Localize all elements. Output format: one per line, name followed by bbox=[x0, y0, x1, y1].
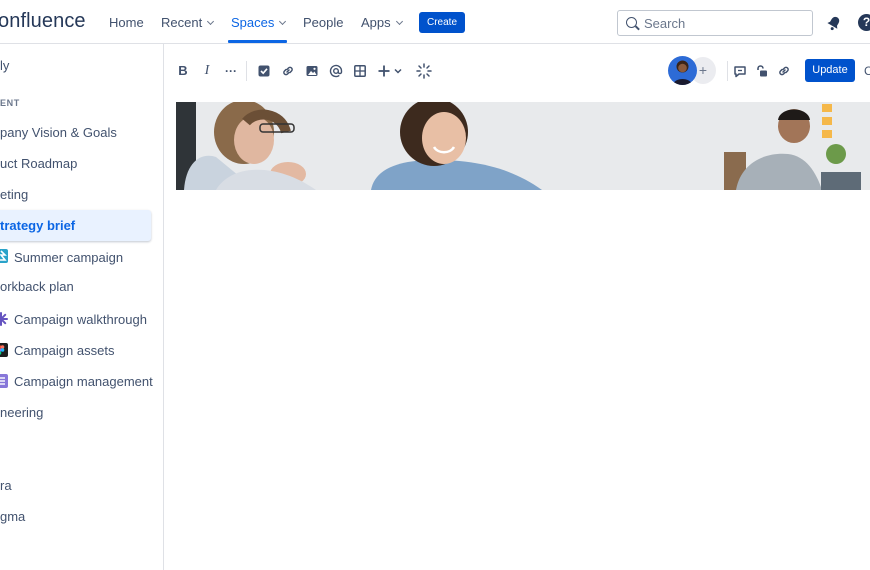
nav-home[interactable]: Home bbox=[109, 15, 144, 30]
italic-button[interactable]: I bbox=[200, 64, 214, 78]
space-sidebar: ly ENT pany Vision & Goals uct Roadmap e… bbox=[0, 44, 164, 570]
search-box[interactable] bbox=[617, 10, 813, 36]
more-formatting-button[interactable]: ··· bbox=[224, 64, 238, 78]
comment-icon[interactable] bbox=[733, 64, 747, 78]
sidebar-item-engineering[interactable]: neering bbox=[0, 405, 43, 420]
page-header-image[interactable] bbox=[176, 102, 870, 190]
confluence-logo[interactable]: onfluence bbox=[0, 10, 86, 33]
sidebar-item-strategy-brief-label: trategy brief bbox=[0, 218, 76, 233]
restriction-unlock-icon[interactable] bbox=[755, 64, 769, 78]
sidebar-section-heading: ENT bbox=[0, 98, 20, 108]
sidebar-item-campaign-management[interactable]: Campaign management bbox=[14, 374, 153, 389]
copy-link-icon[interactable] bbox=[777, 64, 791, 78]
list-icon bbox=[0, 374, 8, 388]
space-name[interactable]: ly bbox=[0, 58, 9, 73]
sidebar-item-summer-campaign[interactable]: Summer campaign bbox=[14, 250, 123, 265]
nav-people-label: People bbox=[303, 15, 344, 30]
help-icon[interactable]: ? bbox=[858, 14, 870, 31]
insert-plus-icon[interactable] bbox=[377, 64, 405, 78]
summer-campaign-icon bbox=[0, 249, 8, 263]
bold-button[interactable]: B bbox=[176, 64, 190, 78]
sidebar-item-workback-plan[interactable]: orkback plan bbox=[0, 279, 74, 294]
chevron-down-icon bbox=[207, 17, 215, 26]
nav-people[interactable]: People bbox=[303, 15, 343, 30]
sidebar-item-roadmap[interactable]: uct Roadmap bbox=[0, 156, 77, 171]
nav-recent-label: Recent bbox=[161, 15, 203, 30]
sidebar-item-marketing[interactable]: eting bbox=[0, 187, 28, 202]
nav-apps-label: Apps bbox=[361, 15, 391, 30]
avatar[interactable] bbox=[668, 56, 697, 85]
action-item-icon[interactable] bbox=[257, 64, 271, 78]
mention-icon[interactable] bbox=[329, 64, 343, 78]
sidebar-item-vision-goals[interactable]: pany Vision & Goals bbox=[0, 125, 117, 140]
toolbar-divider bbox=[727, 61, 728, 81]
create-button[interactable]: Create bbox=[419, 12, 465, 33]
ai-sparkle-icon[interactable] bbox=[416, 63, 432, 79]
notifications-icon[interactable] bbox=[826, 15, 842, 31]
top-navigation: onfluence Home Recent Spaces People Apps… bbox=[0, 0, 870, 44]
sidebar-item-figma[interactable]: gma bbox=[0, 509, 25, 524]
figma-icon bbox=[0, 343, 8, 357]
search-input[interactable] bbox=[644, 14, 804, 32]
table-icon[interactable] bbox=[353, 64, 367, 78]
sidebar-item-jira[interactable]: ra bbox=[0, 478, 12, 493]
search-icon bbox=[626, 17, 637, 28]
link-icon[interactable] bbox=[281, 64, 295, 78]
sidebar-item-campaign-assets[interactable]: Campaign assets bbox=[14, 343, 114, 358]
chevron-down-icon bbox=[279, 17, 287, 26]
nav-home-label: Home bbox=[109, 15, 144, 30]
close-button[interactable]: C bbox=[864, 64, 870, 78]
update-button[interactable]: Update bbox=[805, 59, 855, 82]
nav-spaces[interactable]: Spaces bbox=[231, 15, 287, 30]
nav-recent[interactable]: Recent bbox=[161, 15, 215, 30]
sidebar-item-campaign-walkthrough[interactable]: Campaign walkthrough bbox=[14, 312, 147, 327]
walkthrough-icon bbox=[0, 312, 8, 326]
chevron-down-icon bbox=[395, 17, 403, 26]
toolbar-divider bbox=[246, 61, 247, 81]
image-icon[interactable] bbox=[305, 64, 319, 78]
active-nav-indicator bbox=[228, 40, 287, 43]
nav-apps[interactable]: Apps bbox=[361, 15, 403, 30]
nav-spaces-label: Spaces bbox=[231, 15, 275, 30]
